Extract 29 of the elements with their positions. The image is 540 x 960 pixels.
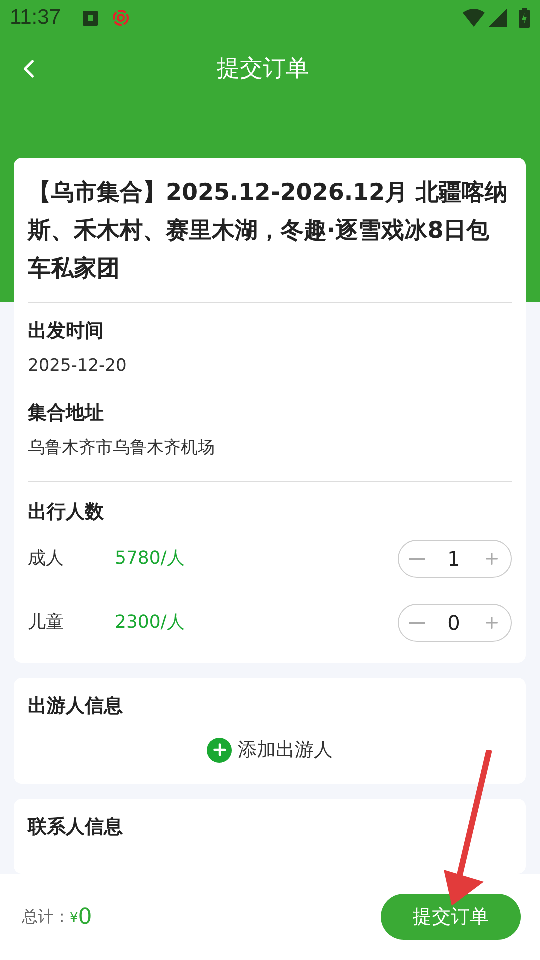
traveler-type: 儿童 [28, 611, 65, 635]
minus-icon [409, 558, 425, 560]
target-icon [112, 9, 130, 27]
detail-value: 乌鲁木齐市乌鲁木齐机场 [28, 436, 216, 460]
section-title: 联系人信息 [28, 814, 124, 840]
minus-button[interactable] [409, 558, 425, 560]
minus-icon [409, 622, 425, 624]
quantity-value: 1 [448, 546, 460, 572]
minus-button[interactable] [409, 622, 425, 624]
add-tourist-button[interactable]: 添加出游人 [207, 736, 333, 764]
quantity-value: 0 [448, 610, 460, 636]
status-time: 11:37 [10, 5, 61, 32]
detail-label: 集合地址 [28, 401, 105, 426]
detail-label: 出发时间 [28, 319, 105, 344]
keyboard-icon [83, 10, 98, 26]
traveler-price: 2300/人 [115, 611, 186, 635]
battery-icon [519, 8, 530, 28]
total-currency: ¥ [70, 910, 78, 928]
traveler-type: 成人 [28, 547, 65, 571]
product-title: 【乌市集合】2025.12-2026.12月 北疆喀纳斯、禾木村、赛里木湖，冬趣·逐雪戏冰8日包车私家团 [28, 179, 510, 284]
traveler-price: 5780/人 [115, 547, 186, 571]
section-title: 出游人信息 [28, 694, 124, 718]
total-label: 总计： [22, 906, 70, 928]
page-title: 提交订单 [217, 54, 309, 84]
total-amount: 0 [78, 904, 92, 932]
signal-icon [489, 9, 507, 27]
travelers-title: 出行人数 [28, 500, 105, 525]
wifi-icon [463, 9, 485, 27]
detail-value: 2025-12-20 [28, 354, 128, 378]
